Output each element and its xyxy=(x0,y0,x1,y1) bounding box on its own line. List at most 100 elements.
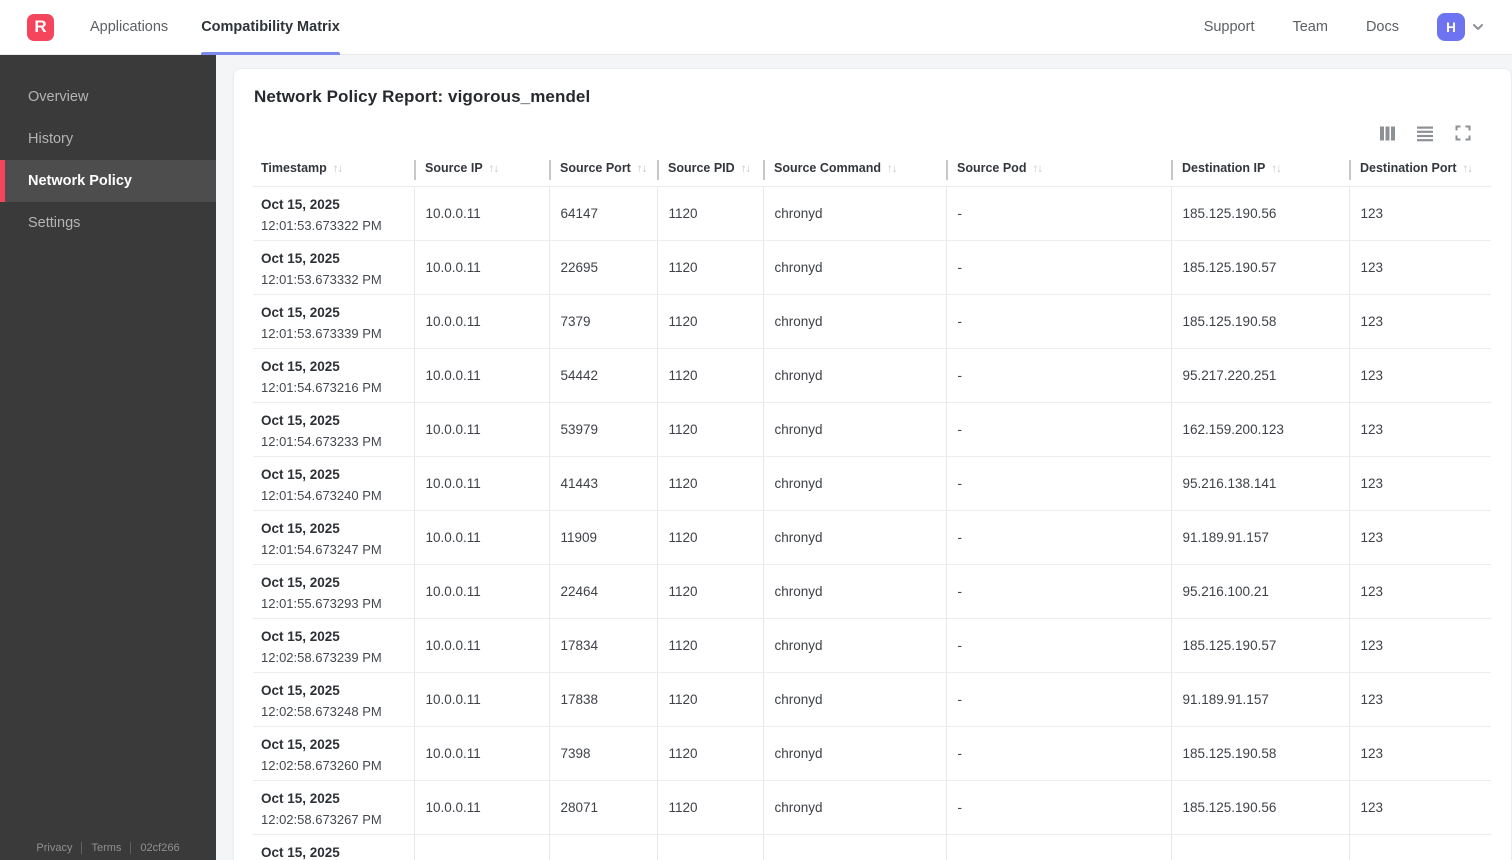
column-label: Source Port xyxy=(560,161,631,175)
cell-source-port: 22695 xyxy=(548,239,657,295)
privacy-link[interactable]: Privacy xyxy=(36,842,72,854)
sidebar-item-settings[interactable]: Settings xyxy=(0,202,216,244)
sidebar-item-network-policy[interactable]: Network Policy xyxy=(0,160,216,202)
cell-timestamp: Oct 15, 2025 12:01:53.673332 PM xyxy=(253,239,414,295)
table-row: Oct 15, 2025 12:02:58.673248 PM 10.0.0.11 1… xyxy=(253,671,1491,727)
sidebar: Overview History Network Policy Settings… xyxy=(0,55,216,860)
version-label: 02cf266 xyxy=(140,842,180,854)
sidebar-item-overview[interactable]: Overview xyxy=(0,76,216,118)
primary-tabs: Applications Compatibility Matrix xyxy=(90,0,373,55)
cell-timestamp: Oct 15, 2025 12:01:54.673240 PM xyxy=(253,455,414,511)
cell-source-port xyxy=(548,833,657,860)
cell-source-pid: 1120 xyxy=(656,293,763,349)
cell-source-pod: - xyxy=(945,725,1171,781)
cell-dest-ip: 162.159.200.123 xyxy=(1170,401,1349,457)
column-label: Source Command xyxy=(774,161,881,175)
column-header-source-pod[interactable]: Source Pod ↑↓ xyxy=(946,160,1171,186)
cell-source-port: 54442 xyxy=(548,347,657,403)
cell-source-ip: 10.0.0.11 xyxy=(413,617,549,673)
cell-source-pid: 1120 xyxy=(656,563,763,619)
cell-dest-port: 123 xyxy=(1348,725,1491,781)
timestamp-time: 12:01:54.673216 PM xyxy=(261,379,382,395)
user-menu[interactable]: H xyxy=(1437,13,1486,41)
cell-dest-ip: 185.125.190.57 xyxy=(1170,239,1349,295)
cell-source-port: 11909 xyxy=(548,509,657,565)
cell-source-pod: - xyxy=(945,185,1171,241)
cell-source-pid: 1120 xyxy=(656,671,763,727)
cell-source-pid: 1120 xyxy=(656,185,763,241)
timestamp-date: Oct 15, 2025 xyxy=(261,304,340,320)
cell-source-command: chronyd xyxy=(762,563,946,619)
cell-source-port: 17838 xyxy=(548,671,657,727)
sort-icon[interactable]: ↑↓ xyxy=(637,163,647,175)
timestamp-time: 12:01:53.673322 PM xyxy=(261,217,382,233)
cell-timestamp: Oct 15, 2025 12:01:54.673216 PM xyxy=(253,347,414,403)
cell-source-command: chronyd xyxy=(762,239,946,295)
cell-dest-port xyxy=(1348,833,1491,860)
column-header-destination-port[interactable]: Destination Port ↑↓ xyxy=(1349,160,1491,186)
docs-link[interactable]: Docs xyxy=(1366,19,1399,35)
cell-dest-ip: 185.125.190.56 xyxy=(1170,185,1349,241)
tab-applications[interactable]: Applications xyxy=(90,0,168,55)
column-header-source-ip[interactable]: Source IP ↑↓ xyxy=(414,160,549,186)
table-row: Oct 15, 2025 12:01:54.673247 PM 10.0.0.11 1… xyxy=(253,509,1491,565)
timestamp-time: 12:01:54.673240 PM xyxy=(261,487,382,503)
column-header-source-command[interactable]: Source Command ↑↓ xyxy=(763,160,946,186)
cell-timestamp: Oct 15, 2025 12:02:58.673260 PM xyxy=(253,725,414,781)
column-label: Source IP xyxy=(425,161,483,175)
cell-source-command: chronyd xyxy=(762,509,946,565)
chevron-down-icon xyxy=(1473,24,1483,30)
sort-icon[interactable]: ↑↓ xyxy=(489,163,499,175)
column-header-destination-ip[interactable]: Destination IP ↑↓ xyxy=(1171,160,1349,186)
avatar[interactable]: H xyxy=(1437,13,1465,41)
nav-right-links: Support Team Docs H xyxy=(1204,13,1486,41)
cell-source-command xyxy=(762,833,946,860)
columns-icon[interactable] xyxy=(1378,124,1396,142)
cell-source-pod: - xyxy=(945,563,1171,619)
cell-source-pid: 1120 xyxy=(656,725,763,781)
cell-dest-ip: 95.216.138.141 xyxy=(1170,455,1349,511)
cell-source-ip xyxy=(413,833,549,860)
column-header-source-pid[interactable]: Source PID ↑↓ xyxy=(657,160,763,186)
tab-compatibility-matrix[interactable]: Compatibility Matrix xyxy=(201,0,340,55)
cell-timestamp: Oct 15, 2025 12:01:53.673322 PM xyxy=(253,185,414,241)
sort-icon[interactable]: ↑↓ xyxy=(1032,163,1042,175)
app-logo[interactable]: R xyxy=(27,13,54,41)
team-link[interactable]: Team xyxy=(1292,19,1327,35)
report-card: Network Policy Report: vigorous_mendel T… xyxy=(233,68,1512,860)
sidebar-footer: Privacy Terms 02cf266 xyxy=(0,842,216,854)
cell-source-ip: 10.0.0.11 xyxy=(413,725,549,781)
column-header-timestamp[interactable]: Timestamp ↑↓ xyxy=(253,160,414,186)
cell-source-pod: - xyxy=(945,455,1171,511)
cell-timestamp: Oct 15, 2025 12:01:54.673233 PM xyxy=(253,401,414,457)
table-row: Oct 15, 2025 12:02:58.673260 PM 10.0.0.11 7… xyxy=(253,725,1491,781)
sort-icon[interactable]: ↑↓ xyxy=(333,163,343,175)
sort-icon[interactable]: ↑↓ xyxy=(1271,163,1281,175)
sort-icon[interactable]: ↑↓ xyxy=(741,163,751,175)
cell-dest-port: 123 xyxy=(1348,509,1491,565)
column-label: Source PID xyxy=(668,161,735,175)
cell-source-ip: 10.0.0.11 xyxy=(413,779,549,835)
cell-source-ip: 10.0.0.11 xyxy=(413,563,549,619)
timestamp-time: 12:01:55.673293 PM xyxy=(261,595,382,611)
sort-icon[interactable]: ↑↓ xyxy=(887,163,897,175)
top-nav: R Applications Compatibility Matrix Supp… xyxy=(0,0,1512,55)
terms-link[interactable]: Terms xyxy=(91,842,121,854)
support-link[interactable]: Support xyxy=(1204,19,1255,35)
column-header-source-port[interactable]: Source Port ↑↓ xyxy=(549,160,657,186)
sidebar-item-history[interactable]: History xyxy=(0,118,216,160)
rows-icon[interactable] xyxy=(1416,124,1434,142)
cell-dest-port: 123 xyxy=(1348,671,1491,727)
cell-source-pid: 1120 xyxy=(656,401,763,457)
sort-icon[interactable]: ↑↓ xyxy=(1463,163,1473,175)
cell-source-pid xyxy=(656,833,763,860)
timestamp-date: Oct 15, 2025 xyxy=(261,628,340,644)
timestamp-time: 12:02:58.673248 PM xyxy=(261,703,382,719)
table-row: Oct 15, 2025 12:01:53.673339 PM 10.0.0.11 7… xyxy=(253,293,1491,349)
timestamp-date: Oct 15, 2025 xyxy=(261,682,340,698)
cell-source-pod xyxy=(945,833,1171,860)
fullscreen-icon[interactable] xyxy=(1454,124,1472,142)
table-row: Oct 15, 2025 12:01:54.673233 PM 10.0.0.11 5… xyxy=(253,401,1491,457)
cell-timestamp: Oct 15, 2025 12:02:58.673239 PM xyxy=(253,617,414,673)
cell-source-pid: 1120 xyxy=(656,509,763,565)
